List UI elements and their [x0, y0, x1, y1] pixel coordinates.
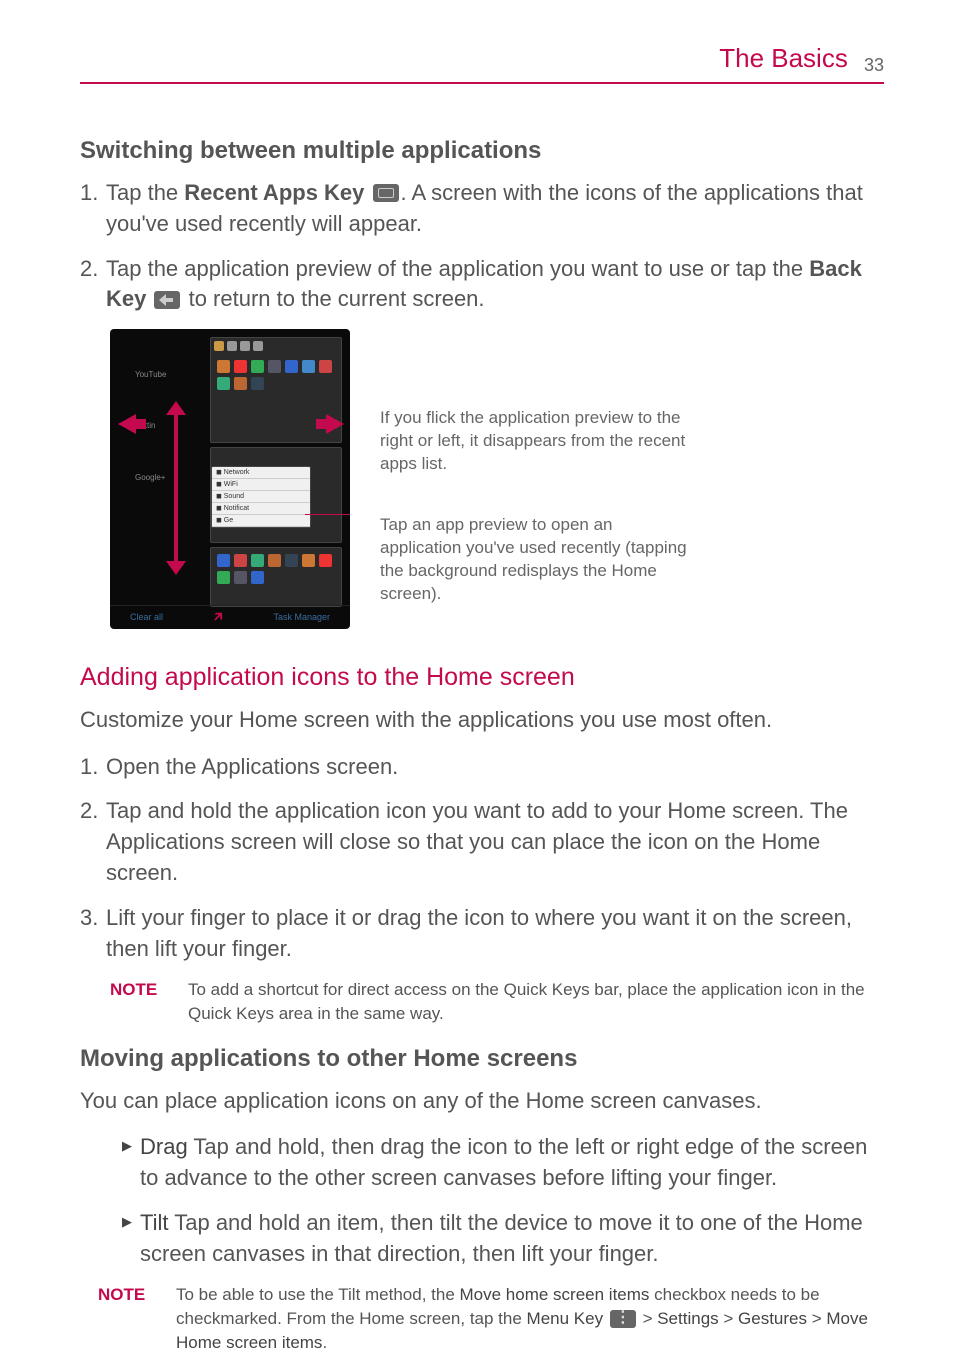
moving-methods-list: ▶ Drag Tap and hold, then drag the icon …: [122, 1132, 884, 1269]
list-item: Drag Tap and hold, then drag the icon to…: [140, 1132, 884, 1194]
preview-label: Google+: [135, 472, 190, 483]
figure-captions: If you flick the application preview to …: [380, 329, 690, 644]
figure-recent-apps: YouTube Settin Google+ ◼ Network◼ WiFi◼ …: [110, 329, 884, 644]
step-text: Tap and hold the application icon you wa…: [106, 796, 884, 888]
step-number: 2.: [80, 254, 106, 316]
preview-menu: ◼ Network◼ WiFi◼ Sound◼ Notificat◼ Ge: [211, 466, 311, 528]
term-recent-apps-key: Recent Apps Key: [184, 180, 364, 205]
preview-label: YouTube: [135, 369, 190, 380]
step-text: Tap the Recent Apps Key . A screen with …: [106, 178, 884, 240]
term-move-home-items: Move home screen items: [460, 1285, 650, 1304]
lock-icon: 🡵: [214, 608, 223, 628]
term-settings: Settings: [657, 1309, 718, 1328]
bullet-icon: ▶: [122, 1208, 140, 1270]
note-quick-keys: NOTE To add a shortcut for direct access…: [110, 978, 884, 1026]
heading-switching: Switching between multiple applications: [80, 134, 884, 168]
note-body: To add a shortcut for direct access on t…: [188, 978, 884, 1026]
step-text: Tap the application preview of the appli…: [106, 254, 884, 316]
bullet-icon: ▶: [122, 1132, 140, 1194]
section-title: The Basics: [719, 43, 848, 73]
task-manager-label: Task Manager: [273, 611, 330, 624]
term-menu-key: Menu Key: [527, 1309, 604, 1328]
page-number: 33: [864, 55, 884, 75]
arrow-right-icon: [326, 414, 344, 434]
term-tilt: Tilt: [140, 1210, 169, 1235]
list-item: Tilt Tap and hold an item, then tilt the…: [140, 1208, 884, 1270]
phone-screenshot: YouTube Settin Google+ ◼ Network◼ WiFi◼ …: [110, 329, 350, 629]
intro-moving-apps: You can place application icons on any o…: [80, 1086, 884, 1117]
step-text: Lift your finger to place it or drag the…: [106, 903, 884, 965]
callout-line: [305, 514, 350, 515]
step-number: 2.: [80, 796, 106, 888]
step-text: Open the Applications screen.: [106, 752, 884, 783]
figure-caption-1: If you flick the application preview to …: [380, 407, 690, 476]
heading-moving-apps: Moving applications to other Home screen…: [80, 1042, 884, 1076]
preview-card: ◼ Network◼ WiFi◼ Sound◼ Notificat◼ Ge: [210, 447, 342, 543]
arrow-vertical-icon: [174, 413, 178, 563]
arrow-left-icon: [118, 414, 136, 434]
note-body: To be able to use the Tilt method, the M…: [176, 1283, 884, 1354]
preview-card: [210, 547, 342, 607]
note-label: NOTE: [110, 978, 188, 1026]
term-gestures: Gestures: [738, 1309, 807, 1328]
note-label: NOTE: [98, 1283, 176, 1354]
steps-switching: 1. Tap the Recent Apps Key . A screen wi…: [80, 178, 884, 315]
step-number: 3.: [80, 903, 106, 965]
steps-adding-icons: 1.Open the Applications screen. 2.Tap an…: [80, 752, 884, 965]
clear-all-label: Clear all: [130, 611, 163, 624]
figure-caption-2: Tap an app preview to open an applicatio…: [380, 514, 690, 606]
step-number: 1.: [80, 752, 106, 783]
phone-bottom-bar: Clear all 🡵 Task Manager: [110, 605, 350, 629]
page-header: The Basics 33: [80, 40, 884, 84]
note-tilt-method: NOTE To be able to use the Tilt method, …: [98, 1283, 884, 1354]
heading-adding-icons: Adding application icons to the Home scr…: [80, 660, 884, 695]
intro-adding-icons: Customize your Home screen with the appl…: [80, 705, 884, 736]
step-number: 1.: [80, 178, 106, 240]
preview-stack: ◼ Network◼ WiFi◼ Sound◼ Notificat◼ Ge: [210, 337, 342, 599]
menu-key-icon: [610, 1310, 636, 1328]
back-key-icon: [154, 291, 180, 309]
recent-apps-key-icon: [373, 184, 399, 202]
term-drag: Drag: [140, 1134, 188, 1159]
